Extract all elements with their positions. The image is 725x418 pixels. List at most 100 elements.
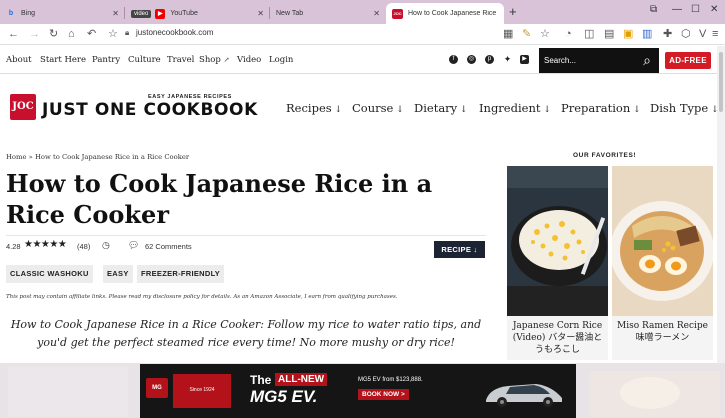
site-logo-name[interactable]: JUST ONE COOKBOOK [42,100,258,120]
history-icon[interactable]: ◔ [565,27,572,41]
favorite-caption[interactable]: Japanese Corn Rice (Video) バター醤油とうもろこし [511,320,604,356]
ad-price: MG5 EV from $123,888. [358,377,423,383]
nav-travel[interactable]: Travel [167,55,194,65]
wallet-icon[interactable]: ▥ [642,27,652,41]
scrollbar-thumb[interactable] [719,52,723,112]
divider [6,235,486,236]
shield-icon[interactable]: ⬡ [681,27,691,41]
nav-login[interactable]: Login [269,55,293,65]
close-icon[interactable]: ✕ [257,9,264,18]
ad-headline-the: The [250,373,272,387]
favorite-card-corn-rice[interactable]: Japanese Corn Rice (Video) バター醤油とうもろこし [507,166,608,360]
tab-label: YouTube [170,10,198,17]
category-recipes[interactable]: Recipes ↓ [286,101,342,115]
category-dish-type[interactable]: Dish Type ↓ [650,101,719,115]
tab-new-tab[interactable]: New Tab ✕ [270,3,386,24]
comments-icon: 💬︎ [128,240,140,250]
tab-bing[interactable]: b Bing ✕ [0,3,125,24]
collections-icon[interactable]: ▤ [604,27,614,41]
ad-free-button[interactable]: AD-FREE [665,52,711,69]
forward-icon[interactable]: → [29,27,40,41]
ad-model: MG5 EV. [250,387,318,406]
back-icon[interactable]: ← [8,27,19,41]
pinterest-icon[interactable]: p [485,55,494,64]
banner-ad[interactable]: MG Since 1924 The ALL-NEW MG5 EV. MG5 EV… [140,364,576,418]
close-icon[interactable]: ✕ [112,9,119,18]
chevron-down-icon: ↓ [393,105,404,115]
twitter-icon[interactable]: ✦ [503,55,512,64]
search-icon[interactable]: ⌕ [643,52,651,69]
nav-about[interactable]: About [6,55,32,65]
ad-book-now-button[interactable]: BOOK NOW > [358,389,409,400]
maximize-icon[interactable]: ☐ [691,4,700,15]
bing-icon: b [8,9,14,17]
page-title: How to Cook Japanese Rice in a Rice Cook… [6,169,433,229]
extension-key-icon[interactable]: ✎ [522,27,531,41]
nav-start-here[interactable]: Start Here [40,55,86,65]
instagram-icon[interactable]: ◎ [467,55,476,64]
minimize-icon[interactable]: — [672,4,682,15]
article-lead: How to Cook Japanese Rice in a Rice Cook… [10,318,482,349]
new-tab-plus-icon[interactable]: + [509,5,517,19]
category-preparation[interactable]: Preparation ↓ [561,101,641,115]
tab-label: How to Cook Japanese Rice i [408,10,496,17]
youtube-icon: ▶ [155,8,166,19]
tab-youtube[interactable]: video ▶ YouTube ✕ [125,3,270,24]
miso-ramen-image [612,166,713,316]
search-input[interactable]: Search... [544,56,576,65]
clock-icon: ◷ [102,240,110,250]
favorite-caption[interactable]: Miso Ramen Recipe 味噌ラーメン [616,320,709,344]
nav-video[interactable]: Video [237,55,261,65]
favorites-heading: OUR FAVORITES! [573,152,637,159]
rating-stars[interactable]: ★★★★★ [24,239,67,250]
close-icon[interactable]: ✕ [373,9,380,18]
page-scrollbar[interactable] [717,46,725,364]
video-badge: video [131,9,152,18]
facebook-icon[interactable]: f [449,55,458,64]
tag-easy[interactable]: EASY [103,265,133,283]
window-close-icon[interactable]: ✕ [710,4,718,15]
split-icon[interactable]: ◫ [584,27,594,41]
car-illustration [486,384,562,407]
undo-icon[interactable]: ↶ [87,27,96,41]
add-favorite-icon[interactable]: ☆ [540,27,550,41]
comments-link[interactable]: 62 Comments [145,242,192,251]
breadcrumb[interactable]: Home » How to Cook Japanese Rice in a Ri… [6,153,189,161]
refresh-icon[interactable]: ↻ [49,27,58,41]
corn-rice-image [507,166,608,316]
tag-classic-washoku[interactable]: CLASSIC WASHOKU [6,265,93,283]
tab-actions-icon[interactable]: ⧉ [650,4,657,15]
chevron-down-icon: ↓ [331,105,343,115]
jump-to-recipe-button[interactable]: RECIPE ↓ [434,241,485,258]
favorite-star-icon[interactable]: ☆ [108,27,118,41]
category-dietary[interactable]: Dietary ↓ [414,101,468,115]
menu-icon[interactable]: ≡ [712,27,718,41]
chevron-down-icon: ↓ [630,105,641,115]
puzzle-icon[interactable]: ✚ [663,27,672,41]
tab-active-jo-cookbook[interactable]: JOC How to Cook Japanese Rice i [386,3,504,24]
ad-all-new-badge: ALL-NEW [275,373,328,386]
home-icon[interactable]: ⌂ [68,27,75,41]
browser-toolbar: ← → ↻ ⌂ ↶ ☆ 🔒︎ justonecookbook.com ▦ ✎ ☆… [0,24,725,45]
tab-label: New Tab [276,10,304,17]
nav-pantry[interactable]: Pantry [92,55,120,65]
browser-tab-bar: b Bing ✕ video ▶ YouTube ✕ New Tab ✕ JOC… [0,0,725,24]
grid-icon[interactable]: ▦ [503,27,513,41]
category-ingredient[interactable]: Ingredient ↓ [479,101,551,115]
site-logo-mark[interactable]: JOC [10,94,36,120]
nav-shop[interactable]: Shop ↗ [199,55,229,65]
chevron-down-icon: ↓ [457,105,468,115]
tab-label: Bing [21,10,36,17]
youtube-icon[interactable]: ▶ [520,55,529,64]
rating-count: (48) [77,242,91,251]
nav-culture[interactable]: Culture [128,55,161,65]
joc-favicon-icon: JOC [392,8,403,19]
tag-freezer-friendly[interactable]: FREEZER-FRIENDLY [137,265,225,283]
vpn-icon[interactable]: V [699,27,706,41]
address-bar[interactable]: justonecookbook.com [136,28,213,37]
note-icon[interactable]: ▣ [623,27,633,41]
favorite-card-miso-ramen[interactable]: Miso Ramen Recipe 味噌ラーメン [612,166,713,360]
site-search[interactable]: Search... ⌕ [539,48,659,73]
category-course[interactable]: Course ↓ [352,101,404,115]
affiliate-disclosure: This post may contain affiliate links. P… [6,294,398,300]
